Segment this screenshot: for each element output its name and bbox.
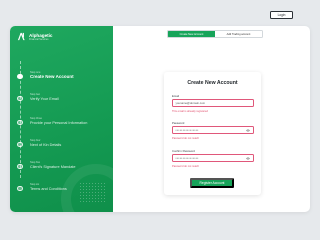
password-label: Password bbox=[172, 121, 185, 125]
step-indicator-dot bbox=[17, 119, 23, 125]
step-title: Next of Kin Details bbox=[30, 142, 62, 147]
step-title: Client's Signature Mandate bbox=[30, 164, 76, 169]
sidebar: Alphagetic Financial Services Step one C… bbox=[10, 26, 113, 212]
password-value: •••••••••••••••• bbox=[175, 128, 199, 132]
step-5[interactable]: Step five Client's Signature Mandate bbox=[17, 161, 112, 173]
step-indicator-dot bbox=[17, 95, 23, 101]
step-6[interactable]: Step six Terms and Conditions bbox=[17, 183, 112, 195]
email-value: youname@domain.com bbox=[175, 101, 206, 105]
brand-logo[interactable]: Alphagetic Financial Services bbox=[17, 32, 52, 41]
step-2[interactable]: Step two Verify Your Email bbox=[17, 93, 112, 105]
step-indicator-dot bbox=[17, 163, 23, 169]
registration-form-card: Create New Account Email youname@domain.… bbox=[164, 72, 261, 195]
confirm-password-field[interactable]: •••••••••••••••• bbox=[172, 154, 254, 162]
step-1[interactable]: Step one Create New Account bbox=[17, 71, 112, 83]
step-title: Create New Account bbox=[30, 74, 74, 79]
step-title: Provide your Personal Information bbox=[30, 120, 88, 125]
confirm-password-label: Confirm Password bbox=[172, 149, 195, 153]
login-button[interactable]: Login bbox=[270, 11, 293, 19]
password-field[interactable]: •••••••••••••••• bbox=[172, 126, 254, 134]
alphagetic-logo-icon bbox=[17, 32, 25, 41]
app-window: Alphagetic Financial Services Step one C… bbox=[10, 26, 310, 212]
email-label: Email bbox=[172, 94, 179, 98]
tab-create-new-account[interactable]: Create New Account bbox=[168, 31, 215, 37]
form-title: Create New Account bbox=[187, 80, 238, 86]
password-error: Password do not match bbox=[172, 137, 200, 140]
email-field[interactable]: youname@domain.com bbox=[172, 99, 254, 107]
show-password-eye-icon[interactable] bbox=[246, 157, 250, 160]
step-title: Terms and Conditions bbox=[30, 186, 67, 191]
tab-add-trading-account[interactable]: Add Trading account bbox=[215, 31, 262, 37]
step-indicator-dot bbox=[17, 141, 23, 147]
confirm-password-error: Password do not match bbox=[172, 165, 200, 168]
step-title: Verify Your Email bbox=[30, 96, 59, 101]
confirm-password-value: •••••••••••••••• bbox=[175, 156, 199, 160]
account-type-tabs: Create New Account Add Trading account bbox=[167, 30, 263, 38]
step-indicator-dot bbox=[17, 185, 23, 191]
step-indicator-dot bbox=[17, 73, 23, 79]
email-error: This email is already registered bbox=[172, 110, 208, 113]
register-account-button[interactable]: Register Account bbox=[190, 178, 234, 188]
show-password-eye-icon[interactable] bbox=[246, 129, 250, 132]
step-3[interactable]: Step three Provide your Personal Informa… bbox=[17, 117, 112, 129]
brand-tagline: Financial Services bbox=[29, 37, 49, 41]
step-4[interactable]: Step four Next of Kin Details bbox=[17, 139, 112, 151]
